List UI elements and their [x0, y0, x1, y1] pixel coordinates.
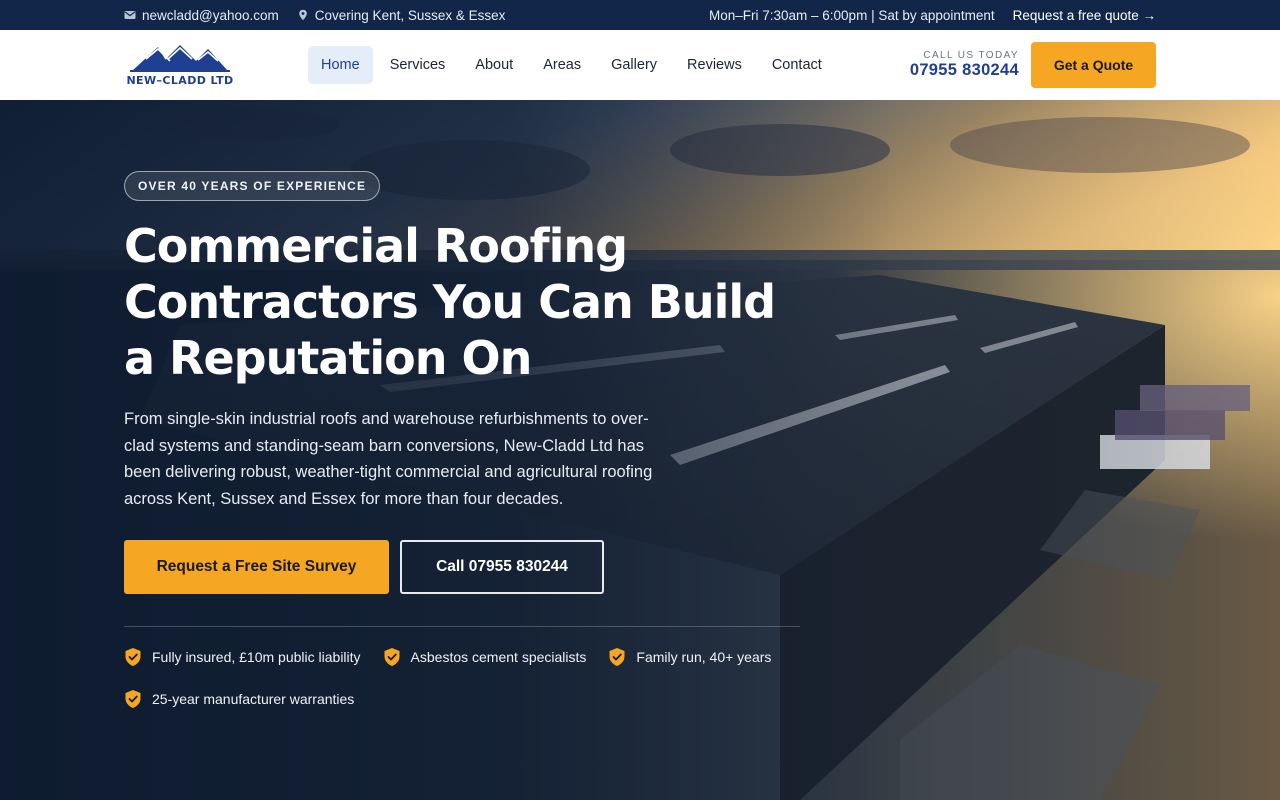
- get-quote-button[interactable]: Get a Quote: [1031, 42, 1156, 88]
- topbar-email[interactable]: newcladd@yahoo.com: [124, 8, 279, 23]
- feature-item: Family run, 40+ years: [608, 647, 771, 667]
- feature-text: Fully insured, £10m public liability: [152, 649, 361, 665]
- top-bar: newcladd@yahoo.com Covering Kent, Sussex…: [0, 0, 1280, 30]
- experience-badge: OVER 40 YEARS OF EXPERIENCE: [124, 171, 381, 201]
- nav-menu: Home Services About Areas Gallery Review…: [308, 46, 835, 84]
- feature-item: Asbestos cement specialists: [383, 647, 587, 667]
- topbar-location: Covering Kent, Sussex & Essex: [297, 7, 506, 23]
- logo-text: NEW–CLADD LTD: [126, 74, 234, 87]
- map-pin-icon: [298, 9, 307, 21]
- hero-title: Commercial Roofing Contractors You Can B…: [124, 219, 776, 385]
- feature-item: 25-year manufacturer warranties: [124, 689, 354, 709]
- feature-list: Fully insured, £10m public liability Asb…: [124, 647, 800, 709]
- nav-item-gallery[interactable]: Gallery: [598, 46, 670, 84]
- hero-section: OVER 40 YEARS OF EXPERIENCE Commercial R…: [0, 100, 1280, 800]
- main-nav: NEW–CLADD LTD Home Services About Areas …: [0, 30, 1280, 100]
- topbar-hours: Mon–Fri 7:30am – 6:00pm | Sat by appoint…: [708, 7, 995, 23]
- topbar-location-text: Covering Kent, Sussex & Essex: [314, 7, 506, 23]
- nav-item-about[interactable]: About: [462, 46, 526, 84]
- call-label: CALL US TODAY: [923, 50, 1019, 61]
- topbar-email-text: newcladd@yahoo.com: [142, 7, 279, 23]
- call-button[interactable]: Call 07955 830244: [400, 540, 604, 594]
- call-number[interactable]: 07955 830244: [910, 61, 1019, 80]
- roof-peaks-logo-icon: [130, 45, 230, 72]
- shield-check-icon: [125, 690, 141, 708]
- hero-subtitle: From single-skin industrial roofs and wa…: [124, 410, 653, 508]
- topbar-quote-link[interactable]: Request a free quote →: [1013, 8, 1156, 23]
- shield-check-icon: [609, 648, 625, 666]
- logo[interactable]: NEW–CLADD LTD: [124, 40, 236, 90]
- nav-item-home[interactable]: Home: [308, 46, 373, 84]
- shield-check-icon: [125, 648, 141, 666]
- call-block[interactable]: CALL US TODAY 07955 830244: [910, 50, 1019, 80]
- nav-item-areas[interactable]: Areas: [530, 46, 594, 84]
- feature-text: Asbestos cement specialists: [410, 649, 587, 665]
- hero-divider: [124, 626, 800, 627]
- nav-item-contact[interactable]: Contact: [759, 46, 835, 84]
- nav-item-services[interactable]: Services: [377, 46, 459, 84]
- cta-row: Request a Free Site Survey Call 07955 83…: [124, 540, 804, 594]
- feature-text: Family run, 40+ years: [636, 649, 772, 665]
- mail-icon: [124, 11, 136, 19]
- shield-check-icon: [384, 648, 400, 666]
- feature-item: Fully insured, £10m public liability: [124, 647, 361, 667]
- feature-text: 25-year manufacturer warranties: [152, 691, 355, 707]
- request-site-survey-button[interactable]: Request a Free Site Survey: [124, 540, 389, 594]
- nav-right: CALL US TODAY 07955 830244 Get a Quote: [910, 42, 1156, 88]
- hero-content: OVER 40 YEARS OF EXPERIENCE Commercial R…: [124, 171, 804, 709]
- nav-item-reviews[interactable]: Reviews: [674, 46, 755, 84]
